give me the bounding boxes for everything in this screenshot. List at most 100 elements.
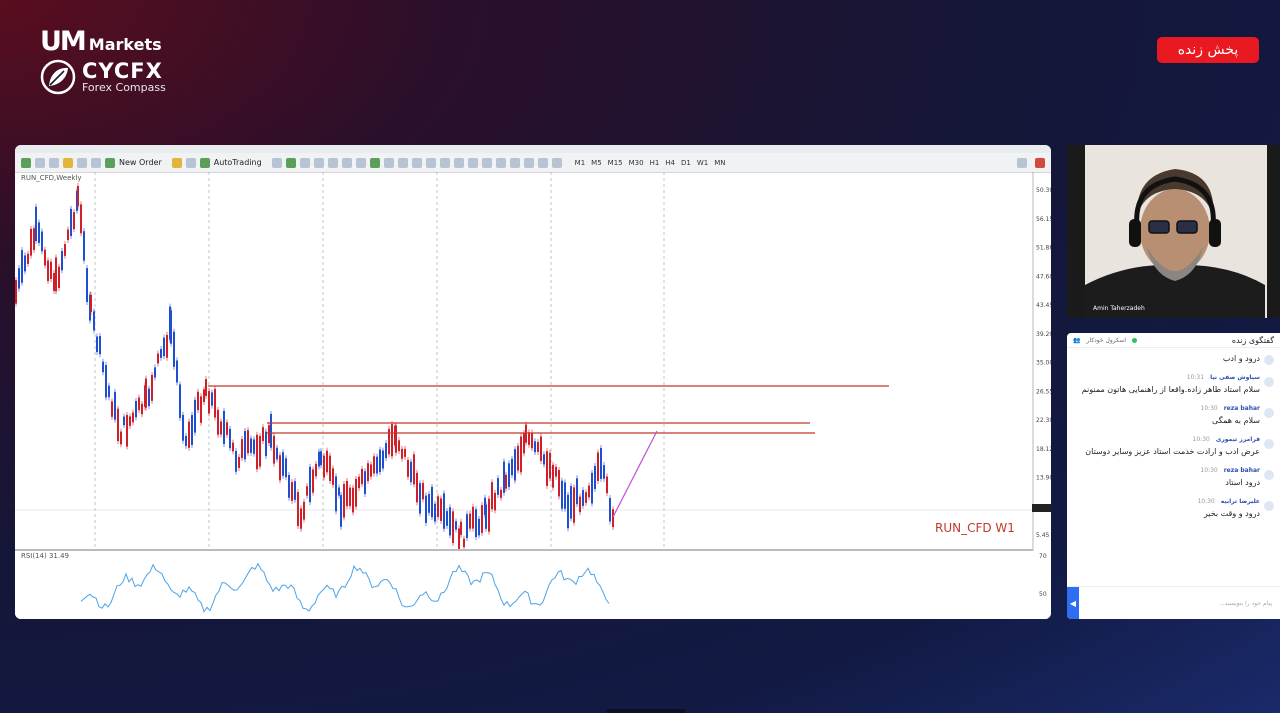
- candle-body: [452, 511, 454, 543]
- vertical-line-icon[interactable]: [439, 157, 450, 168]
- candle-body: [114, 391, 116, 420]
- candles: [15, 182, 614, 558]
- chart-area[interactable]: 50.30 56.15 51.88 47.60 43.45 39.20 35.00 26.55…: [15, 172, 1051, 619]
- navigator-icon[interactable]: [63, 157, 73, 168]
- timeframe-m5[interactable]: M5: [588, 159, 605, 167]
- zoom-in-icon[interactable]: [313, 157, 324, 168]
- crosshair-icon[interactable]: [425, 157, 436, 168]
- trendline-icon[interactable]: [467, 157, 478, 168]
- candle-body: [323, 455, 325, 478]
- timeframe-mn[interactable]: MN: [711, 159, 728, 167]
- horizontal-line-icon[interactable]: [453, 157, 464, 168]
- candle-body: [609, 498, 611, 522]
- line-chart-icon[interactable]: [299, 157, 310, 168]
- candle-body: [47, 260, 49, 281]
- candle-body: [505, 474, 507, 489]
- user-avatar-icon: [1264, 408, 1274, 418]
- candlestick-icon[interactable]: [285, 157, 296, 168]
- candle-body: [373, 456, 375, 474]
- market-watch-icon[interactable]: [49, 157, 59, 168]
- tester-icon[interactable]: [91, 157, 101, 168]
- meta-editor-icon[interactable]: [171, 157, 182, 168]
- user-avatar-icon: [1264, 470, 1274, 480]
- candle-body: [517, 445, 519, 471]
- message-time: 10:30: [1192, 436, 1210, 443]
- templates-icon[interactable]: [397, 157, 408, 168]
- candle-body: [315, 463, 317, 477]
- candle-body: [460, 521, 462, 535]
- text-icon[interactable]: [509, 157, 520, 168]
- bar-chart-icon[interactable]: [271, 157, 282, 168]
- label-icon[interactable]: [523, 157, 534, 168]
- timeframe-m1[interactable]: M1: [572, 159, 589, 167]
- indicators-icon[interactable]: [369, 157, 380, 168]
- message-text: سلام به همگی: [1212, 416, 1260, 425]
- candle-body: [404, 448, 406, 457]
- send-icon[interactable]: ◀: [1067, 587, 1079, 619]
- new-order-button[interactable]: New Order: [119, 158, 162, 167]
- price-chart[interactable]: 50.30 56.15 51.88 47.60 43.45 39.20 35.00 26.55…: [15, 172, 1051, 619]
- presenter-video: [1067, 145, 1280, 318]
- candle-body: [160, 349, 162, 358]
- autotrading-button[interactable]: AutoTrading: [214, 158, 262, 167]
- candle-body: [318, 451, 320, 467]
- tile-icon[interactable]: [341, 157, 352, 168]
- candle-body: [288, 474, 290, 498]
- candle-body: [250, 438, 252, 453]
- timeframe-bar: M1 M5 M15 M30 H1 H4 D1 W1 MN: [572, 159, 729, 167]
- timeframe-d1[interactable]: D1: [678, 159, 694, 167]
- candle-body: [157, 353, 159, 364]
- new-chart-icon[interactable]: [21, 157, 31, 168]
- candle-body: [211, 392, 213, 406]
- candle-body: [612, 509, 614, 528]
- message-text: درود و ادب: [1222, 354, 1260, 363]
- users-icon[interactable]: 👥: [1073, 337, 1080, 344]
- candle-body: [226, 422, 228, 435]
- profiles-icon[interactable]: [35, 157, 45, 168]
- user-avatar-icon: [1264, 439, 1274, 449]
- fibonacci-icon[interactable]: [495, 157, 506, 168]
- zoom-out-icon[interactable]: [327, 157, 338, 168]
- candle-body: [463, 538, 465, 548]
- new-order-icon: [105, 157, 115, 168]
- shapes-icon[interactable]: [537, 157, 548, 168]
- search-icon[interactable]: [1017, 157, 1027, 168]
- periods-icon[interactable]: [383, 157, 394, 168]
- timeframe-h4[interactable]: H4: [662, 159, 678, 167]
- candle-body: [520, 436, 522, 473]
- candle-body: [588, 485, 590, 498]
- presenter-name: Amin Taherzadeh: [1093, 305, 1145, 312]
- candle-body: [35, 206, 37, 242]
- candle-body: [309, 466, 311, 503]
- timeframe-m15[interactable]: M15: [605, 159, 626, 167]
- um-logo-text: UM: [40, 26, 87, 57]
- signals-icon[interactable]: [185, 157, 196, 168]
- chat-message: reza bahar 10:30 سلام به همگی: [1073, 405, 1274, 428]
- cursor-icon[interactable]: [411, 157, 422, 168]
- candle-body: [303, 501, 305, 520]
- candle-body: [475, 509, 477, 538]
- menu-bar: [15, 145, 1051, 153]
- candle-body: [33, 228, 35, 250]
- timeframe-h1[interactable]: H1: [647, 159, 663, 167]
- arrows-icon[interactable]: [551, 157, 562, 168]
- candle-body: [425, 495, 427, 523]
- scroll-icon[interactable]: [355, 157, 366, 168]
- channel-icon[interactable]: [481, 157, 492, 168]
- user-avatar-icon: [1264, 501, 1274, 511]
- candle-body: [367, 463, 369, 482]
- candle-body: [170, 310, 172, 344]
- candle-body: [41, 231, 43, 252]
- auto-scroll-toggle[interactable]: اسکرول خودکار: [1086, 337, 1126, 344]
- candle-body: [188, 421, 190, 448]
- candle-body: [332, 468, 334, 485]
- chat-input[interactable]: پیام خود را بنویسید...: [1067, 586, 1280, 619]
- terminal-icon[interactable]: [77, 157, 87, 168]
- timeframe-m30[interactable]: M30: [626, 159, 647, 167]
- candle-body: [86, 268, 88, 303]
- timeframe-w1[interactable]: W1: [694, 159, 711, 167]
- price-axis-label: 5.45: [1036, 532, 1050, 539]
- candle-body: [247, 430, 249, 454]
- candle-body: [437, 496, 439, 517]
- close-icon[interactable]: [1035, 157, 1045, 168]
